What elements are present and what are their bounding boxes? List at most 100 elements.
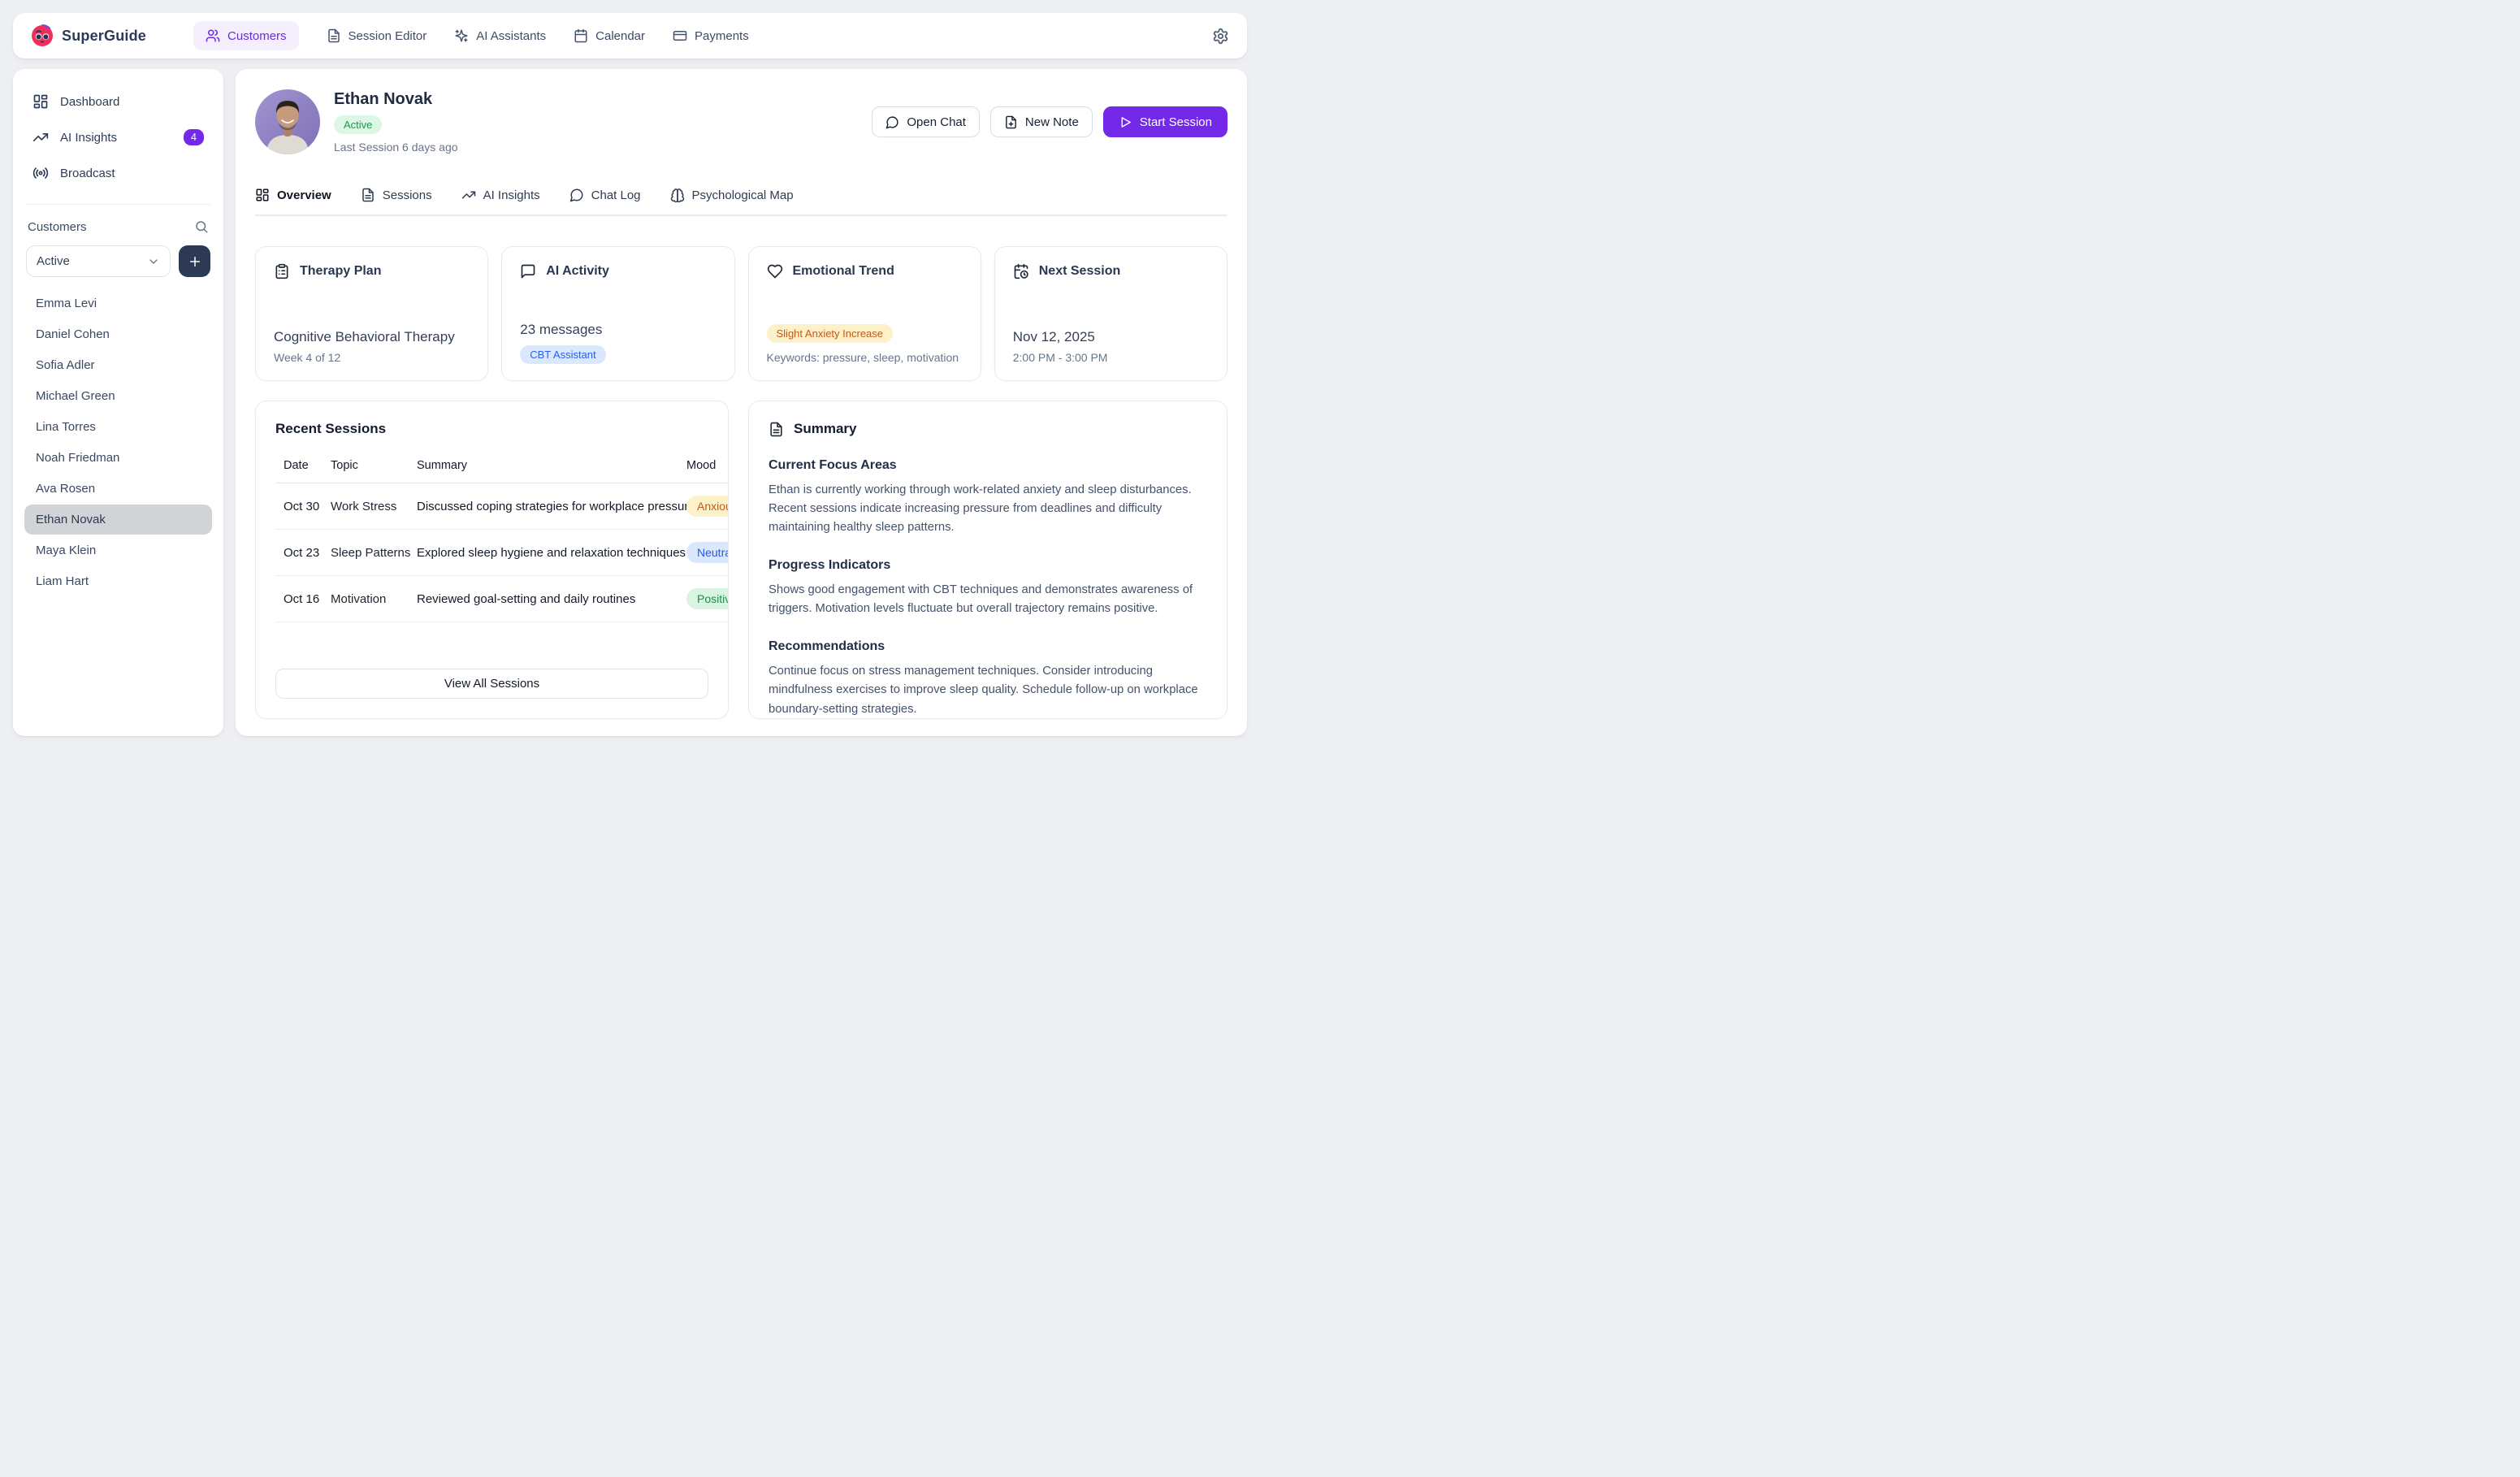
mood-badge: Positive [686, 588, 729, 609]
file-text-icon [327, 28, 341, 43]
sessions-table: Date Topic Summary Mood Oct 30 Work Stre… [275, 459, 729, 622]
sidebar-item-broadcast[interactable]: Broadcast [24, 157, 212, 189]
summary-section-body: Ethan is currently working through work-… [769, 481, 1207, 537]
customer-status-select[interactable]: Active [26, 245, 171, 277]
recent-sessions-panel: Recent Sessions Date Topic Summary Mood [255, 401, 729, 719]
tab-label: Overview [277, 188, 331, 202]
customer-list-item[interactable]: Lina Torres [24, 412, 212, 442]
brain-icon [670, 188, 685, 202]
session-summary: Reviewed goal-setting and daily routines [417, 576, 686, 622]
session-row[interactable]: Oct 16 Motivation Reviewed goal-setting … [275, 576, 729, 622]
summary-section-body: Continue focus on stress management tech… [769, 662, 1207, 718]
nav-label: Session Editor [349, 29, 427, 43]
sessions-table-header: Date Topic Summary Mood [275, 459, 729, 483]
message-circle-icon [569, 188, 584, 202]
col-topic: Topic [331, 459, 417, 483]
nav-payments[interactable]: Payments [673, 28, 749, 43]
summary-section-heading: Current Focus Areas [769, 458, 1207, 473]
ai-activity-card: AI Activity 23 messages CBT Assistant [501, 246, 734, 381]
session-topic: Sleep Patterns [331, 530, 417, 576]
tab-overview[interactable]: Overview [255, 188, 331, 202]
settings-gear-icon[interactable] [1212, 28, 1229, 45]
sidebar-item-dashboard[interactable]: Dashboard [24, 85, 212, 118]
nav-session-editor[interactable]: Session Editor [327, 28, 427, 43]
overview-grid-icon [255, 188, 270, 202]
card-header: Next Session [1013, 263, 1209, 279]
nav-ai-assistants[interactable]: AI Assistants [454, 28, 546, 43]
therapy-plan-week: Week 4 of 12 [274, 351, 470, 364]
panel-header: Recent Sessions [275, 421, 708, 437]
next-session-card: Next Session Nov 12, 2025 2:00 PM - 3:00… [994, 246, 1228, 381]
session-row[interactable]: Oct 30 Work Stress Discussed coping stra… [275, 483, 729, 530]
ai-insights-count-badge: 4 [184, 129, 204, 145]
profile-actions: Open Chat New Note Start Session [872, 106, 1228, 137]
users-icon [206, 28, 220, 43]
nav-calendar[interactable]: Calendar [574, 28, 645, 43]
plus-icon [188, 254, 202, 269]
superguide-logo-icon [31, 24, 54, 47]
trending-up-icon [32, 129, 49, 145]
brand-name: SuperGuide [62, 28, 146, 45]
tab-chat-log[interactable]: Chat Log [569, 188, 641, 202]
profile-header: Ethan Novak Active Last Session 6 days a… [255, 89, 1228, 154]
session-date: Oct 23 [275, 530, 331, 576]
add-customer-button[interactable] [179, 245, 210, 277]
dashboard-grid-icon [32, 93, 49, 110]
anxiety-trend-badge: Slight Anxiety Increase [767, 324, 894, 343]
message-square-icon [520, 263, 536, 279]
panel-header: Summary [769, 421, 1207, 437]
summary-section-body: Shows good engagement with CBT technique… [769, 581, 1207, 618]
mood-badge: Anxious [686, 496, 729, 517]
avatar [255, 89, 320, 154]
start-session-button[interactable]: Start Session [1103, 106, 1228, 137]
customer-list-item[interactable]: Noah Friedman [24, 443, 212, 473]
customer-list-item[interactable]: Liam Hart [24, 566, 212, 596]
sidebar-item-label: Broadcast [60, 167, 115, 180]
new-note-button[interactable]: New Note [990, 106, 1093, 137]
card-header: AI Activity [520, 263, 716, 279]
tab-sessions[interactable]: Sessions [361, 188, 432, 202]
session-date: Oct 16 [275, 576, 331, 622]
nav-customers[interactable]: Customers [193, 21, 299, 50]
sidebar-item-label: AI Insights [60, 131, 117, 145]
nav-label: Payments [695, 29, 749, 43]
main-content: Ethan Novak Active Last Session 6 days a… [236, 69, 1247, 736]
col-mood: Mood [686, 459, 729, 483]
chevron-down-icon [147, 255, 160, 268]
customer-list-item-selected[interactable]: Ethan Novak [24, 505, 212, 535]
sidebar-item-label: Dashboard [60, 95, 119, 109]
customer-name: Ethan Novak [334, 90, 432, 109]
customer-list-item[interactable]: Ava Rosen [24, 474, 212, 504]
customer-list-item[interactable]: Michael Green [24, 381, 212, 411]
nav-label: AI Assistants [476, 29, 546, 43]
customer-list-item[interactable]: Maya Klein [24, 535, 212, 565]
emotional-trend-card: Emotional Trend Slight Anxiety Increase … [748, 246, 981, 381]
tab-label: Sessions [383, 188, 432, 202]
customer-list-item[interactable]: Emma Levi [24, 288, 212, 318]
search-icon[interactable] [194, 219, 209, 234]
top-nav: Customers Session Editor AI Assistants C… [193, 21, 749, 50]
card-title: Next Session [1039, 264, 1120, 279]
open-chat-button[interactable]: Open Chat [872, 106, 980, 137]
tabs-divider [255, 214, 1228, 216]
card-header: Emotional Trend [767, 263, 963, 279]
customer-list-item[interactable]: Sofia Adler [24, 350, 212, 380]
customer-list-item[interactable]: Daniel Cohen [24, 319, 212, 349]
card-body: Cognitive Behavioral Therapy Week 4 of 1… [274, 329, 470, 364]
brand[interactable]: SuperGuide [31, 24, 146, 47]
file-text-icon [769, 422, 784, 437]
session-topic: Work Stress [331, 483, 417, 530]
therapy-plan-card: Therapy Plan Cognitive Behavioral Therap… [255, 246, 488, 381]
trend-keywords: Keywords: pressure, sleep, motivation [767, 351, 963, 364]
card-body: Slight Anxiety Increase Keywords: pressu… [767, 324, 963, 364]
tab-psychological-map[interactable]: Psychological Map [670, 188, 794, 202]
session-row[interactable]: Oct 23 Sleep Patterns Explored sleep hyg… [275, 530, 729, 576]
tab-ai-insights[interactable]: AI Insights [461, 188, 540, 202]
view-all-sessions-button[interactable]: View All Sessions [275, 669, 708, 699]
panel-title: Summary [794, 421, 856, 437]
sidebar-item-ai-insights[interactable]: AI Insights 4 [24, 121, 212, 154]
credit-card-icon [673, 28, 687, 43]
file-plus-icon [1004, 115, 1018, 129]
message-circle-icon [885, 115, 899, 129]
calendar-clock-icon [1013, 263, 1029, 279]
